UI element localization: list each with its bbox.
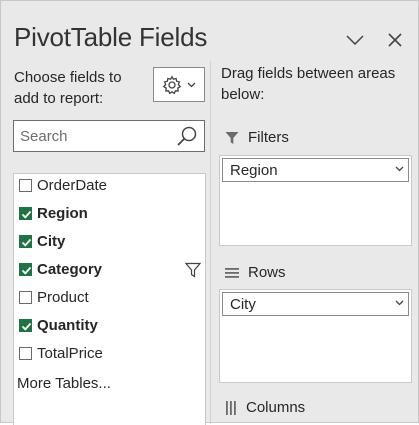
field-row-totalprice[interactable]: TotalPrice bbox=[14, 342, 205, 370]
field-checkbox[interactable] bbox=[19, 347, 32, 360]
field-row-category[interactable]: Category bbox=[14, 258, 205, 286]
chevron-down-icon bbox=[395, 166, 404, 172]
columns-area-label: Columns bbox=[246, 399, 306, 416]
search-input[interactable] bbox=[14, 121, 174, 151]
field-label: Category bbox=[37, 261, 103, 278]
checkmark-icon bbox=[21, 210, 32, 219]
close-pane-button[interactable] bbox=[384, 29, 406, 51]
field-checkbox[interactable] bbox=[19, 291, 32, 304]
field-label: City bbox=[37, 233, 66, 250]
field-checkbox[interactable] bbox=[19, 179, 32, 192]
pane-title: PivotTable Fields bbox=[14, 22, 208, 52]
field-checkbox[interactable] bbox=[19, 263, 32, 276]
rows-area-header: Rows bbox=[225, 264, 286, 281]
field-label: OrderDate bbox=[37, 177, 108, 194]
field-checkbox[interactable] bbox=[19, 319, 32, 332]
chevron-down-icon bbox=[346, 35, 364, 45]
search-icon[interactable] bbox=[176, 125, 198, 147]
chevron-down-icon bbox=[187, 82, 196, 87]
filters-item-region[interactable]: Region bbox=[222, 158, 409, 182]
checkmark-icon bbox=[21, 238, 32, 247]
columns-icon bbox=[226, 400, 236, 415]
choose-fields-label: Choose fields to add to report: bbox=[14, 69, 122, 107]
filters-drop-area[interactable]: Region bbox=[219, 155, 412, 246]
field-row-orderdate[interactable]: OrderDate bbox=[14, 174, 205, 202]
rows-area-label: Rows bbox=[248, 264, 286, 281]
field-row-product[interactable]: Product bbox=[14, 286, 205, 314]
field-label: Region bbox=[37, 205, 88, 222]
area-item-label: Region bbox=[230, 162, 278, 179]
columns-area-header: Columns bbox=[225, 399, 305, 416]
task-pane-options-button[interactable] bbox=[344, 29, 366, 51]
field-row-city[interactable]: City bbox=[14, 230, 205, 258]
drag-fields-label: Drag fields between areas below: bbox=[221, 65, 396, 103]
pane-divider bbox=[210, 61, 211, 424]
field-list: OrderDate Region City Category Product Q… bbox=[13, 173, 206, 425]
field-row-region[interactable]: Region bbox=[14, 202, 205, 230]
field-checkbox[interactable] bbox=[19, 207, 32, 220]
field-row-quantity[interactable]: Quantity bbox=[14, 314, 205, 342]
field-checkbox[interactable] bbox=[19, 235, 32, 248]
checkmark-icon bbox=[21, 266, 32, 275]
field-list-tools-button[interactable] bbox=[153, 67, 205, 102]
rows-drop-area[interactable]: City bbox=[219, 289, 412, 383]
filters-area-label: Filters bbox=[248, 129, 289, 146]
field-label: TotalPrice bbox=[37, 345, 103, 362]
rows-icon bbox=[225, 267, 239, 278]
filter-icon bbox=[225, 131, 239, 144]
field-label: Quantity bbox=[37, 317, 98, 334]
area-item-label: City bbox=[230, 296, 256, 313]
field-label: Product bbox=[37, 289, 89, 306]
checkmark-icon bbox=[21, 322, 32, 331]
rows-item-city[interactable]: City bbox=[222, 292, 409, 316]
close-icon bbox=[388, 33, 402, 47]
pivottable-fields-pane: PivotTable Fields Choose fields to add t… bbox=[0, 0, 419, 425]
chevron-down-icon bbox=[395, 300, 404, 306]
filters-area-header: Filters bbox=[225, 129, 289, 146]
search-box bbox=[13, 120, 205, 152]
gear-icon bbox=[162, 75, 182, 94]
more-tables-link[interactable]: More Tables... bbox=[17, 375, 111, 392]
filter-icon bbox=[185, 262, 201, 278]
